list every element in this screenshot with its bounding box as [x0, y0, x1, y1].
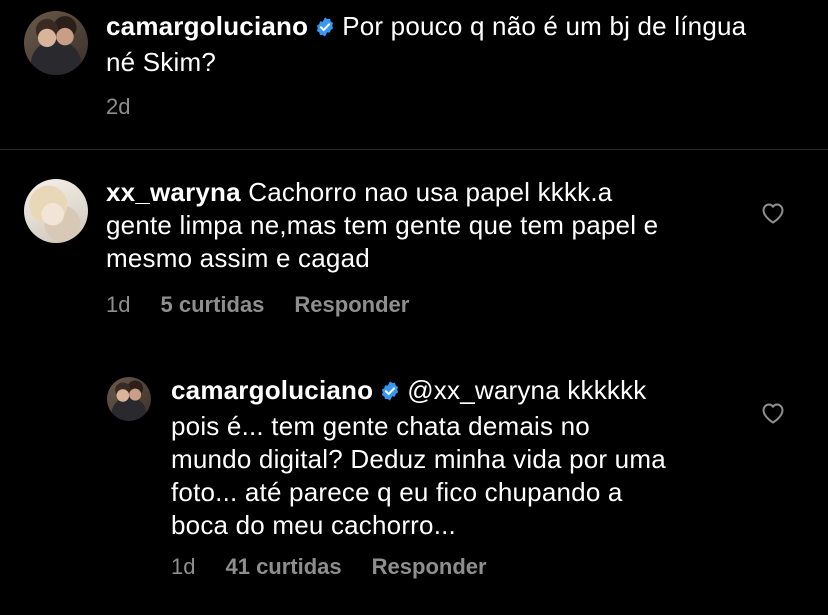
reply-likes[interactable]: 41 curtidas: [225, 554, 341, 579]
avatar[interactable]: [24, 11, 88, 75]
comment-item: xx_waryna Cachorro nao usa papel kkkk.a …: [0, 150, 828, 350]
reply-username[interactable]: camargoluciano: [171, 375, 373, 405]
reply-line-2: pois é... tem gente chata demais no: [171, 411, 590, 441]
caption-line-2: né Skim?: [106, 47, 216, 77]
verified-badge-icon: [379, 377, 401, 410]
comment-line-3: mesmo assim e cagad: [106, 243, 370, 273]
heart-outline-icon[interactable]: [761, 402, 785, 429]
comment-username[interactable]: xx_waryna: [106, 177, 241, 207]
reply-text: camargoluciano @xx_waryna kkkkkk pois é..…: [171, 374, 746, 542]
reply-meta: 1d 41 curtidas Responder: [171, 554, 517, 580]
caption-username[interactable]: camargoluciano: [106, 11, 308, 41]
caption-line-1: Por pouco q não é um bj de língua: [342, 11, 747, 41]
caption-text: camargoluciano Por pouco q não é um bj de…: [106, 10, 816, 79]
post-caption: camargoluciano Por pouco q não é um bj de…: [0, 0, 828, 149]
caption-timestamp: 2d: [106, 94, 131, 119]
avatar[interactable]: [24, 179, 88, 243]
comment-text: xx_waryna Cachorro nao usa papel kkkk.a …: [106, 176, 746, 275]
comment-meta: 1d 5 curtidas Responder: [106, 292, 439, 318]
comment-timestamp: 1d: [106, 292, 131, 317]
comment-likes[interactable]: 5 curtidas: [160, 292, 264, 317]
avatar[interactable]: [107, 377, 151, 421]
reply-item: camargoluciano @xx_waryna kkkkkk pois é..…: [0, 350, 828, 615]
heart-outline-icon[interactable]: [761, 202, 785, 229]
comment-line-2: gente limpa ne,mas tem gente que tem pap…: [106, 210, 659, 240]
reply-timestamp: 1d: [171, 554, 196, 579]
comment-reply-button[interactable]: Responder: [294, 292, 409, 317]
reply-line-1: @xx_waryna kkkkkk: [407, 375, 647, 405]
verified-badge-icon: [314, 13, 336, 46]
reply-line-3: mundo digital? Deduz minha vida por uma: [171, 444, 666, 474]
reply-line-5: boca do meu cachorro...: [171, 510, 456, 540]
comment-line-1: Cachorro nao usa papel kkkk.a: [248, 177, 613, 207]
reply-reply-button[interactable]: Responder: [372, 554, 487, 579]
reply-line-4: foto... até parece q eu fico chupando a: [171, 477, 623, 507]
caption-meta: 2d: [106, 94, 160, 120]
